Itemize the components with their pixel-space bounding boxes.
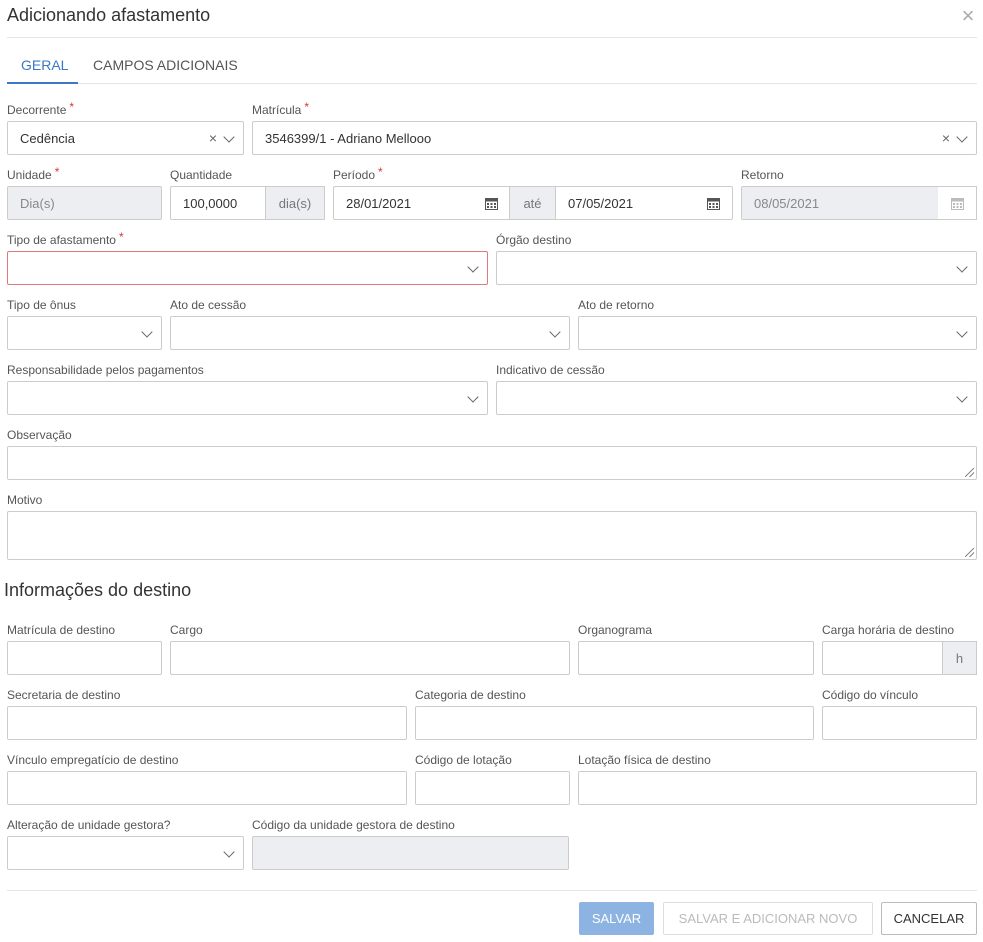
calendar-icon: [938, 186, 977, 220]
matricula-destino-label: Matrícula de destino: [7, 623, 116, 637]
ato-retorno-label: Ato de retorno: [578, 298, 655, 312]
retorno-label: Retorno: [741, 168, 784, 182]
secretaria-label: Secretaria de destino: [7, 688, 121, 702]
tab-campos-adicionais[interactable]: CAMPOS ADICIONAIS: [93, 57, 238, 73]
matricula-select[interactable]: 3546399/1 - Adriano Mellooo ×: [252, 121, 977, 155]
chevron-down-icon[interactable]: [956, 131, 968, 143]
decorrente-label: Decorrente *: [7, 100, 75, 117]
close-icon[interactable]: ×: [958, 5, 978, 27]
chevron-down-icon[interactable]: [467, 261, 479, 273]
alteracao-unidade-label: Alteração de unidade gestora?: [7, 818, 171, 832]
indicativo-cessao-select[interactable]: [496, 381, 977, 415]
matricula-destino-input[interactable]: [7, 641, 162, 675]
resize-handle-icon[interactable]: [965, 468, 974, 477]
section-title-destino: Informações do destino: [4, 580, 192, 600]
tipo-afastamento-label: Tipo de afastamento *: [7, 230, 124, 247]
tab-geral[interactable]: GERAL: [21, 57, 68, 73]
carga-horaria-label: Carga horária de destino: [822, 623, 955, 637]
organograma-input[interactable]: [578, 641, 814, 675]
orgao-destino-select[interactable]: [496, 251, 977, 285]
clear-icon[interactable]: ×: [209, 130, 217, 146]
chevron-down-icon[interactable]: [467, 391, 479, 403]
quantidade-unit: dia(s): [265, 186, 325, 220]
codigo-lotacao-input[interactable]: [415, 771, 570, 805]
chevron-down-icon[interactable]: [956, 261, 968, 273]
vinculo-empregaticio-label: Vínculo empregatício de destino: [7, 753, 179, 767]
responsabilidade-label: Responsabilidade pelos pagamentos: [7, 363, 204, 377]
secretaria-input[interactable]: [7, 706, 407, 740]
categoria-label: Categoria de destino: [415, 688, 526, 702]
footer-divider: [7, 890, 977, 891]
tipo-afastamento-select[interactable]: [7, 251, 488, 285]
codigo-vinculo-input[interactable]: [822, 706, 977, 740]
alteracao-unidade-select[interactable]: [7, 836, 244, 870]
observacao-textarea[interactable]: [7, 446, 977, 480]
tipo-onus-label: Tipo de ônus: [7, 298, 76, 312]
decorrente-value: Cedência: [20, 130, 75, 146]
carga-horaria-unit: h: [942, 641, 977, 675]
periodo-separator: até: [509, 186, 556, 220]
lotacao-fisica-label: Lotação física de destino: [578, 753, 711, 767]
clear-icon[interactable]: ×: [942, 130, 950, 146]
periodo-label: Período *: [333, 165, 383, 182]
organograma-label: Organograma: [578, 623, 653, 637]
categoria-input[interactable]: [415, 706, 814, 740]
chevron-down-icon[interactable]: [956, 326, 968, 338]
chevron-down-icon[interactable]: [956, 391, 968, 403]
calendar-icon[interactable]: [478, 186, 504, 220]
responsabilidade-select[interactable]: [7, 381, 488, 415]
ato-cessao-label: Ato de cessão: [170, 298, 247, 312]
retorno-field: 08/05/2021: [741, 186, 939, 220]
tipo-onus-select[interactable]: [7, 316, 162, 350]
chevron-down-icon[interactable]: [223, 131, 235, 143]
resize-handle-icon[interactable]: [965, 548, 974, 557]
indicativo-cessao-label: Indicativo de cessão: [496, 363, 605, 377]
chevron-down-icon[interactable]: [223, 846, 235, 858]
header-divider: [7, 37, 977, 38]
tabs-divider: [7, 83, 977, 84]
periodo-end-value: 07/05/2021: [568, 195, 634, 211]
calendar-icon[interactable]: [700, 186, 726, 220]
unidade-label: Unidade *: [7, 165, 60, 182]
cancel-button[interactable]: CANCELAR: [881, 902, 977, 935]
save-and-add-new-button[interactable]: SALVAR E ADICIONAR NOVO: [663, 902, 873, 935]
cargo-label: Cargo: [170, 623, 203, 637]
codigo-lotacao-label: Código de lotação: [415, 753, 512, 767]
codigo-unidade-gestora-field: [252, 836, 569, 870]
dialog-title: Adicionando afastamento: [7, 5, 211, 25]
motivo-label: Motivo: [7, 493, 43, 507]
motivo-textarea[interactable]: [7, 511, 977, 560]
active-tab-indicator: [7, 82, 78, 84]
ato-retorno-select[interactable]: [578, 316, 977, 350]
cargo-input[interactable]: [170, 641, 570, 675]
matricula-value: 3546399/1 - Adriano Mellooo: [265, 130, 432, 146]
periodo-start-value: 28/01/2021: [346, 195, 412, 211]
vinculo-empregaticio-input[interactable]: [7, 771, 407, 805]
codigo-vinculo-label: Código do vínculo: [822, 688, 919, 702]
matricula-label: Matrícula *: [252, 100, 310, 117]
unidade-field: Dia(s): [7, 186, 162, 220]
quantidade-input[interactable]: 100,0000: [170, 186, 266, 220]
decorrente-select[interactable]: Cedência ×: [7, 121, 244, 155]
carga-horaria-input[interactable]: [822, 641, 944, 675]
ato-cessao-select[interactable]: [170, 316, 570, 350]
quantidade-label: Quantidade: [170, 168, 233, 182]
observacao-label: Observação: [7, 428, 72, 442]
codigo-unidade-gestora-label: Código da unidade gestora de destino: [252, 818, 455, 832]
lotacao-fisica-input[interactable]: [578, 771, 977, 805]
chevron-down-icon[interactable]: [141, 326, 153, 338]
save-button[interactable]: SALVAR: [579, 902, 654, 935]
chevron-down-icon[interactable]: [549, 326, 561, 338]
orgao-destino-label: Órgão destino: [496, 233, 572, 247]
